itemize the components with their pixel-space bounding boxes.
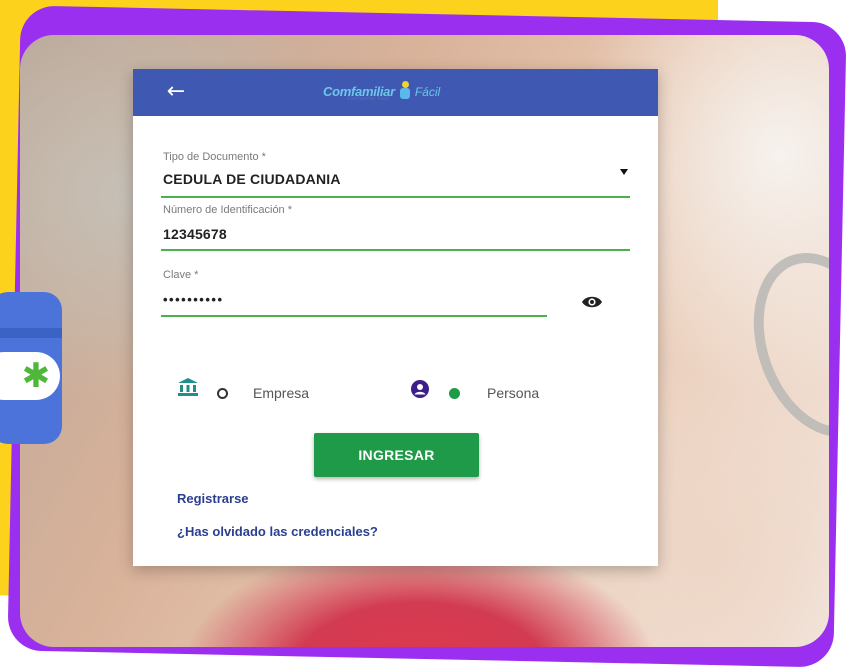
login-screen: ← Comfamiliar Fácil Comfamiliar Fácil Tip… [133, 69, 658, 566]
forgot-credentials-link[interactable]: ¿Has olvidado las credenciales? [177, 524, 378, 539]
password-label: Clave * [163, 269, 199, 281]
empresa-radio[interactable] [217, 388, 228, 399]
asterisk-icon: ✱ [21, 356, 51, 396]
submit-button[interactable]: INGRESAR [314, 433, 479, 477]
logo-suffix: Fácil [414, 85, 441, 99]
persona-radio[interactable] [449, 388, 460, 399]
id-number-label: Número de Identificación * [163, 204, 293, 216]
password-field[interactable]: •••••••••• [163, 292, 224, 307]
side-card-pill: ✱ [0, 352, 60, 400]
person-icon [411, 380, 429, 398]
id-number-field[interactable]: 12345678 [163, 226, 227, 242]
logo-figure-icon [396, 81, 414, 101]
password-underline [161, 315, 547, 317]
app-logo: Comfamiliar Fácil Comfamiliar Fácil [323, 81, 440, 105]
register-link[interactable]: Registrarse [177, 491, 249, 506]
dropdown-arrow-icon[interactable] [620, 169, 628, 175]
logo-tagline: Comfamiliar Fácil [347, 96, 390, 102]
document-type-select[interactable]: CEDULA DE CIUDADANIA [163, 171, 341, 187]
back-arrow-icon[interactable]: ← [161, 77, 191, 107]
document-type-label: Tipo de Documento * [163, 151, 266, 163]
user-type-selector: Empresa Persona [133, 369, 658, 409]
key-ring-image [729, 233, 829, 457]
side-card-strip [0, 328, 62, 338]
eye-icon[interactable] [581, 295, 603, 309]
document-type-underline [161, 196, 630, 198]
empresa-label: Empresa [253, 385, 310, 401]
bank-icon [178, 378, 198, 396]
persona-label: Persona [487, 385, 540, 401]
id-number-underline [161, 249, 630, 251]
app-header: ← Comfamiliar Fácil Comfamiliar Fácil [133, 69, 658, 116]
